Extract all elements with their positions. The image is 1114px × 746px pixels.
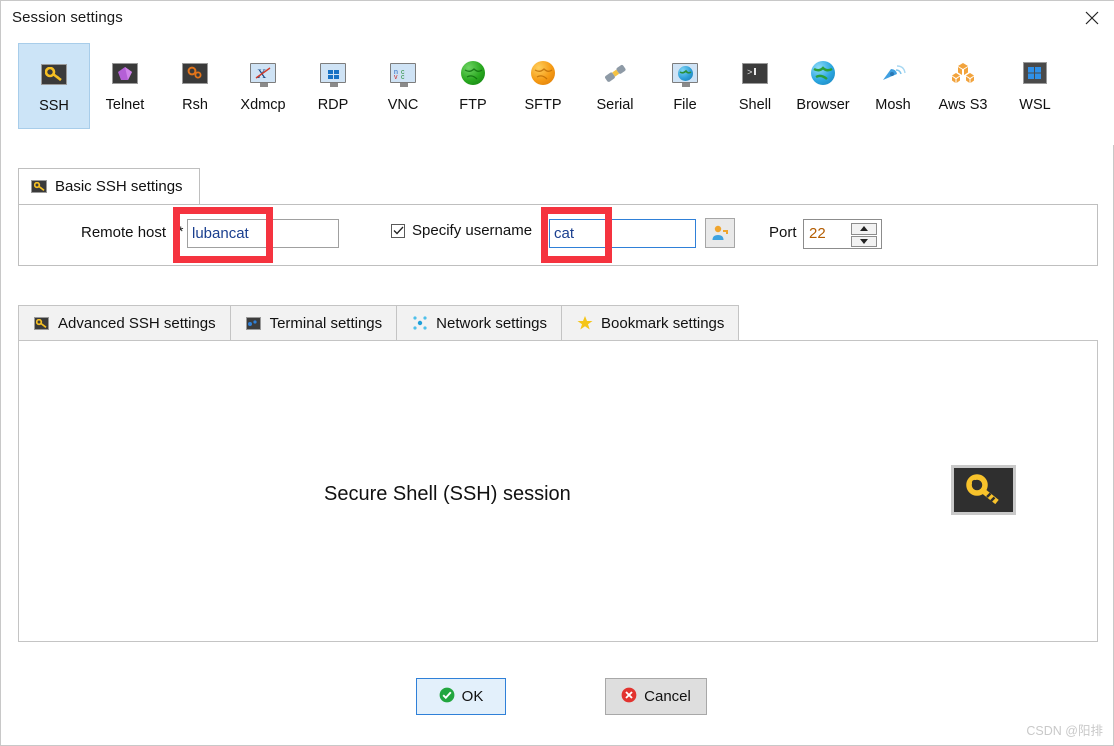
green-check-icon xyxy=(439,687,455,707)
session-type-mosh[interactable]: Mosh xyxy=(857,43,929,129)
satellite-icon xyxy=(877,57,909,89)
title-bar: Session settings xyxy=(1,1,1114,35)
tab-bookmark-settings[interactable]: Bookmark settings xyxy=(561,305,740,340)
session-type-rdp[interactable]: RDP xyxy=(297,43,369,129)
orange-globe-icon xyxy=(527,57,559,89)
key-icon xyxy=(33,315,50,331)
specify-username-label: Specify username xyxy=(412,222,533,239)
session-type-ftp[interactable]: FTP xyxy=(437,43,509,129)
tab-label: Basic SSH settings xyxy=(55,178,183,195)
tab-label: Terminal settings xyxy=(269,314,383,332)
ok-button-label: OK xyxy=(461,688,484,705)
terminal-icon: > xyxy=(739,57,771,89)
specify-username-checkbox[interactable]: Specify username xyxy=(391,222,532,239)
session-type-label: SFTP xyxy=(524,97,562,113)
content-title: Secure Shell (SSH) session xyxy=(324,483,571,505)
red-x-icon xyxy=(621,687,637,707)
tab-basic-ssh-settings[interactable]: Basic SSH settings xyxy=(18,168,200,204)
key-icon xyxy=(31,180,47,193)
session-type-label: Shell xyxy=(738,97,772,113)
session-type-label: VNC xyxy=(387,97,419,113)
session-type-vnc[interactable]: ncvc VNC xyxy=(367,43,439,129)
port-label: Port xyxy=(769,224,797,241)
aws-cubes-icon xyxy=(947,57,979,89)
x-monitor-icon: X xyxy=(247,57,279,89)
svg-text:>: > xyxy=(747,68,752,78)
required-marker: * xyxy=(178,223,184,239)
session-type-sftp[interactable]: SFTP xyxy=(507,43,579,129)
session-type-label: Mosh xyxy=(875,97,911,113)
session-type-browser[interactable]: Browser xyxy=(787,43,859,129)
session-type-telnet[interactable]: Telnet xyxy=(89,43,161,129)
network-nodes-icon xyxy=(411,315,428,331)
port-spinner[interactable]: 22 xyxy=(803,219,882,249)
svg-text:c: c xyxy=(401,74,405,80)
close-icon[interactable] xyxy=(1069,1,1114,34)
crystal-icon xyxy=(109,57,141,89)
session-type-xdmcp[interactable]: X Xdmcp xyxy=(227,43,299,129)
window-title: Session settings xyxy=(12,9,123,26)
remote-host-input[interactable] xyxy=(187,219,339,248)
tab-network-settings[interactable]: Network settings xyxy=(396,305,563,340)
session-type-label: FTP xyxy=(459,97,487,113)
port-value: 22 xyxy=(809,225,826,242)
session-type-rsh[interactable]: Rsh xyxy=(159,43,231,129)
session-type-label: SSH xyxy=(39,98,69,114)
chevron-up-icon[interactable] xyxy=(851,223,877,235)
remote-host-label: Remote host xyxy=(81,224,167,241)
session-type-file[interactable]: File xyxy=(649,43,721,129)
session-type-label: Rsh xyxy=(182,97,208,113)
session-type-label: Xdmcp xyxy=(240,97,286,113)
big-key-icon xyxy=(951,465,1016,515)
cancel-button-label: Cancel xyxy=(644,688,691,705)
green-globe-icon xyxy=(457,57,489,89)
svg-text:v: v xyxy=(394,74,398,80)
session-type-serial[interactable]: Serial xyxy=(579,43,651,129)
blue-globe-icon xyxy=(807,57,839,89)
tab-label: Network settings xyxy=(436,314,548,332)
session-type-label: File xyxy=(673,97,697,113)
star-icon xyxy=(576,315,593,331)
watermark: CSDN @阳排 xyxy=(1026,724,1103,738)
session-type-label: RDP xyxy=(317,97,349,113)
key-icon xyxy=(38,58,70,90)
session-type-label: Aws S3 xyxy=(938,97,988,113)
session-type-shell[interactable]: > Shell xyxy=(719,43,791,129)
user-key-icon[interactable] xyxy=(705,218,735,248)
cancel-button[interactable]: Cancel xyxy=(605,678,707,715)
username-input[interactable] xyxy=(549,219,696,248)
tab-label: Advanced SSH settings xyxy=(58,314,216,332)
session-settings-dialog: Session settings SSH Telnet Rsh X Xdmcp … xyxy=(0,0,1114,746)
terminal-blue-icon xyxy=(245,315,262,331)
session-type-label: Serial xyxy=(596,97,634,113)
session-type-aws-s3[interactable]: Aws S3 xyxy=(927,43,999,129)
session-type-label: Telnet xyxy=(105,97,145,113)
serial-plug-icon xyxy=(599,57,631,89)
vnc-monitor-icon: ncvc xyxy=(387,57,419,89)
checkbox-icon xyxy=(391,223,405,238)
tab-label: Bookmark settings xyxy=(601,314,725,332)
tab-advanced-ssh-settings[interactable]: Advanced SSH settings xyxy=(18,305,231,340)
session-type-label: Browser xyxy=(796,97,850,113)
gears-icon xyxy=(179,57,211,89)
settings-content-panel: Secure Shell (SSH) session xyxy=(18,340,1098,642)
session-type-ssh[interactable]: SSH xyxy=(18,43,90,129)
tab-terminal-settings[interactable]: Terminal settings xyxy=(229,305,398,340)
session-type-toolbar: SSH Telnet Rsh X Xdmcp RDP n c v c VNC F… xyxy=(1,35,1114,145)
session-type-wsl[interactable]: WSL xyxy=(999,43,1071,129)
wsl-windows-icon xyxy=(1019,57,1051,89)
session-type-label: WSL xyxy=(1019,97,1051,113)
settings-sub-tabs: Advanced SSH settings Terminal settings … xyxy=(18,305,740,340)
file-monitor-icon xyxy=(669,57,701,89)
windows-monitor-icon xyxy=(317,57,349,89)
chevron-down-icon[interactable] xyxy=(851,235,877,247)
ok-button[interactable]: OK xyxy=(416,678,506,715)
basic-settings-panel: Remote host * Specify username Port 22 xyxy=(18,204,1098,266)
